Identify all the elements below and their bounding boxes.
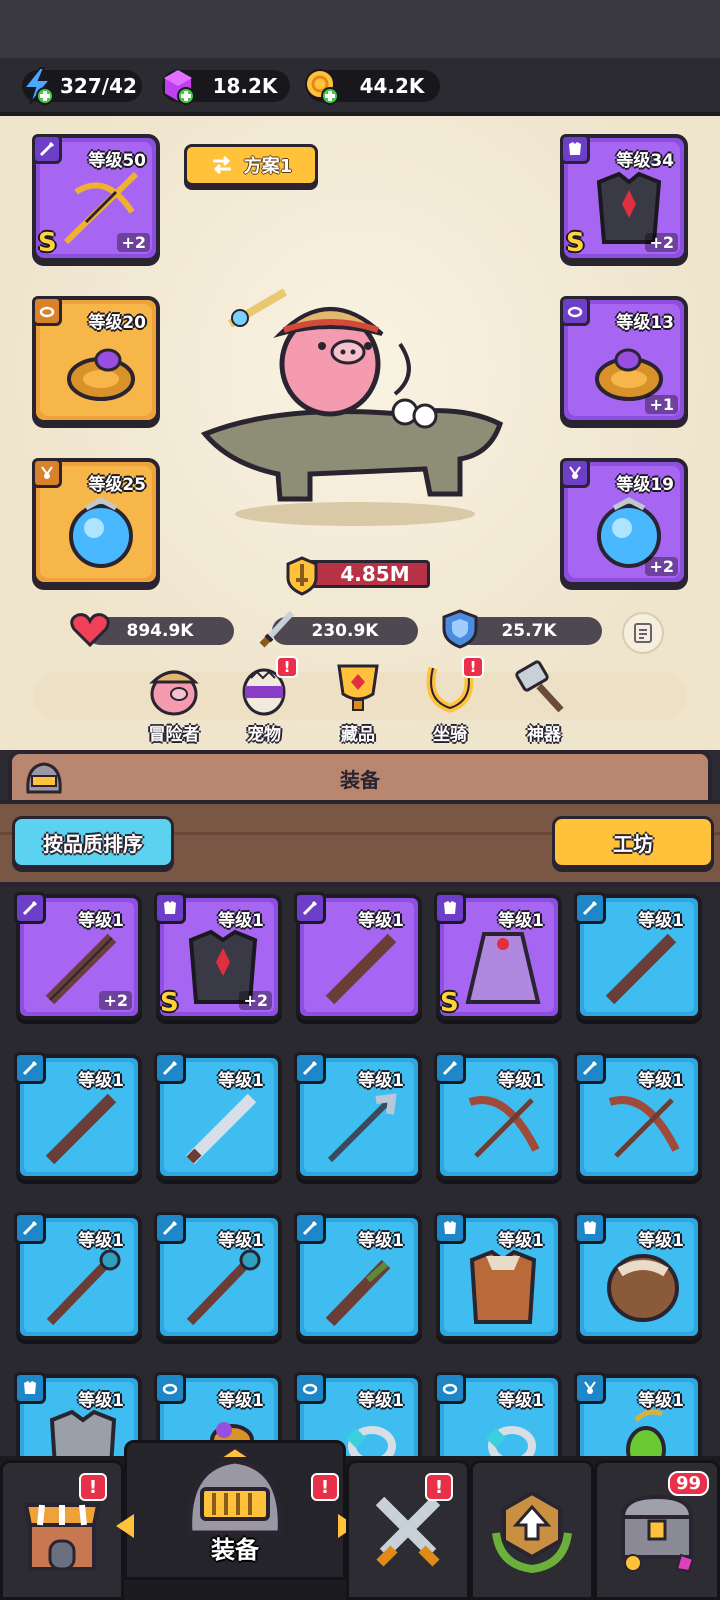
defense-stat: 25.7K [442, 609, 602, 649]
status-bar [0, 0, 720, 58]
tab-collection[interactable]: 藏品 [322, 660, 394, 745]
hp-stat: 894.9K [70, 613, 234, 648]
nav-chest[interactable]: 99 [594, 1460, 720, 1600]
inventory-item[interactable]: 等级1 [434, 1212, 562, 1340]
nav-upgrade[interactable] [470, 1460, 594, 1600]
tab-mount[interactable]: 坐骑 ! [414, 656, 486, 745]
inventory-item[interactable]: 等级1 [434, 1052, 562, 1180]
inventory-item[interactable]: 等级1 [294, 1052, 422, 1180]
treasure-chest-icon [620, 1494, 695, 1573]
energy-icon [18, 66, 58, 106]
alert-icon: ! [425, 1473, 453, 1501]
equipped-amulet-right-slot[interactable]: 等级19 +2 [560, 458, 688, 586]
stats-detail-button[interactable] [622, 612, 664, 654]
equipped-amulet-left-slot[interactable]: 等级25 [32, 458, 160, 586]
list-icon [634, 623, 652, 643]
inventory-item[interactable]: 等级1 S [434, 892, 562, 1020]
spear-icon [327, 1093, 397, 1163]
resource-bar: 327/42 18.2K 44.2K [0, 58, 720, 116]
nav-shop[interactable]: ! [0, 1460, 124, 1600]
equipped-ring-left-slot[interactable]: 等级20 [32, 296, 160, 424]
plan-switch-button[interactable]: 方案1 [184, 144, 318, 186]
wooden-sword-icon [325, 933, 397, 1005]
steel-sword-icon [185, 1093, 257, 1165]
alert-icon: ! [79, 1473, 107, 1501]
inventory-item[interactable]: 等级1 [574, 892, 702, 1020]
sword-icon [32, 134, 62, 164]
cape-icon [465, 932, 541, 1004]
gold-counter[interactable]: 44.2K [305, 69, 440, 105]
wooden-sword-icon [45, 1093, 117, 1165]
gold-ring-icon [67, 348, 135, 401]
ring-icon [32, 296, 62, 326]
sword-icon [259, 610, 295, 648]
alert-icon: ! [462, 656, 484, 678]
alert-icon: ! [276, 656, 298, 678]
heart-icon [70, 613, 110, 648]
nav-battle[interactable]: ! [346, 1460, 470, 1600]
shield-icon [442, 609, 478, 649]
bow-icon [468, 1096, 540, 1158]
energy-counter[interactable]: 327/42 [21, 67, 142, 105]
equipment-section-title: 装备 [340, 768, 380, 792]
inventory-item[interactable]: 等级1 [154, 1052, 282, 1180]
workshop-button[interactable]: 工坊 [552, 816, 714, 868]
swap-icon [212, 155, 231, 175]
inventory-item[interactable]: 等级1 [14, 1212, 142, 1340]
tab-artifact[interactable]: 神器 [508, 660, 580, 745]
hammer-icon [515, 660, 564, 713]
wooden-sword-icon [605, 933, 677, 1005]
tab-adventurer[interactable]: 冒险者 [138, 660, 210, 745]
gold-coin-icon [302, 66, 342, 106]
upgrade-icon [492, 1490, 572, 1574]
staff-icon [186, 1249, 261, 1326]
alert-icon: ! [311, 1473, 339, 1501]
bow-icon [608, 1096, 680, 1158]
amulet-icon [32, 458, 62, 488]
tab-pet[interactable]: 宠物 ! [228, 656, 300, 745]
staff-icon [46, 1249, 121, 1326]
fur-armor-icon [607, 1254, 679, 1322]
inventory-item[interactable]: 等级1 +2 S [154, 892, 282, 1020]
amulet-icon [560, 458, 590, 488]
inventory-item[interactable]: 等级1 [294, 1212, 422, 1340]
gem-counter[interactable]: 18.2K [162, 68, 290, 105]
inventory-item[interactable]: 等级1 [294, 892, 422, 1020]
inventory-item[interactable]: 等级1 [574, 1212, 702, 1340]
hero-character [200, 288, 504, 526]
inventory-item[interactable]: 等级1 [154, 1212, 282, 1340]
trophy-icon [337, 664, 379, 711]
equipped-ring-right-slot[interactable]: 等级13 +1 [560, 296, 688, 424]
inventory-item[interactable]: 等级1 [14, 1052, 142, 1180]
attack-stat: 230.9K [259, 610, 418, 648]
pig-icon [149, 670, 199, 716]
ring-icon [560, 296, 590, 326]
equipped-armor-slot[interactable]: 等级34 +2 S [560, 134, 688, 262]
blue-orb-icon [69, 497, 133, 568]
power-sword-icon [286, 556, 318, 596]
armor-icon [560, 134, 590, 164]
inventory-item[interactable]: 等级1 [574, 1052, 702, 1180]
club-icon [325, 1259, 391, 1327]
sort-by-quality-button[interactable]: 按品质排序 [12, 816, 174, 868]
combat-power: 4.85M [282, 556, 432, 596]
gem-icon [158, 66, 198, 106]
nav-prev-arrow[interactable] [116, 1514, 134, 1538]
equipped-weapon-slot[interactable]: 等级50 +2 S [32, 134, 160, 262]
nav-equipment[interactable]: 装备 ! [124, 1440, 346, 1580]
leather-armor-icon [469, 1249, 537, 1324]
equipment-section-header: 装备 [8, 750, 712, 804]
inventory-item[interactable]: 等级1 +2 [14, 892, 142, 1020]
